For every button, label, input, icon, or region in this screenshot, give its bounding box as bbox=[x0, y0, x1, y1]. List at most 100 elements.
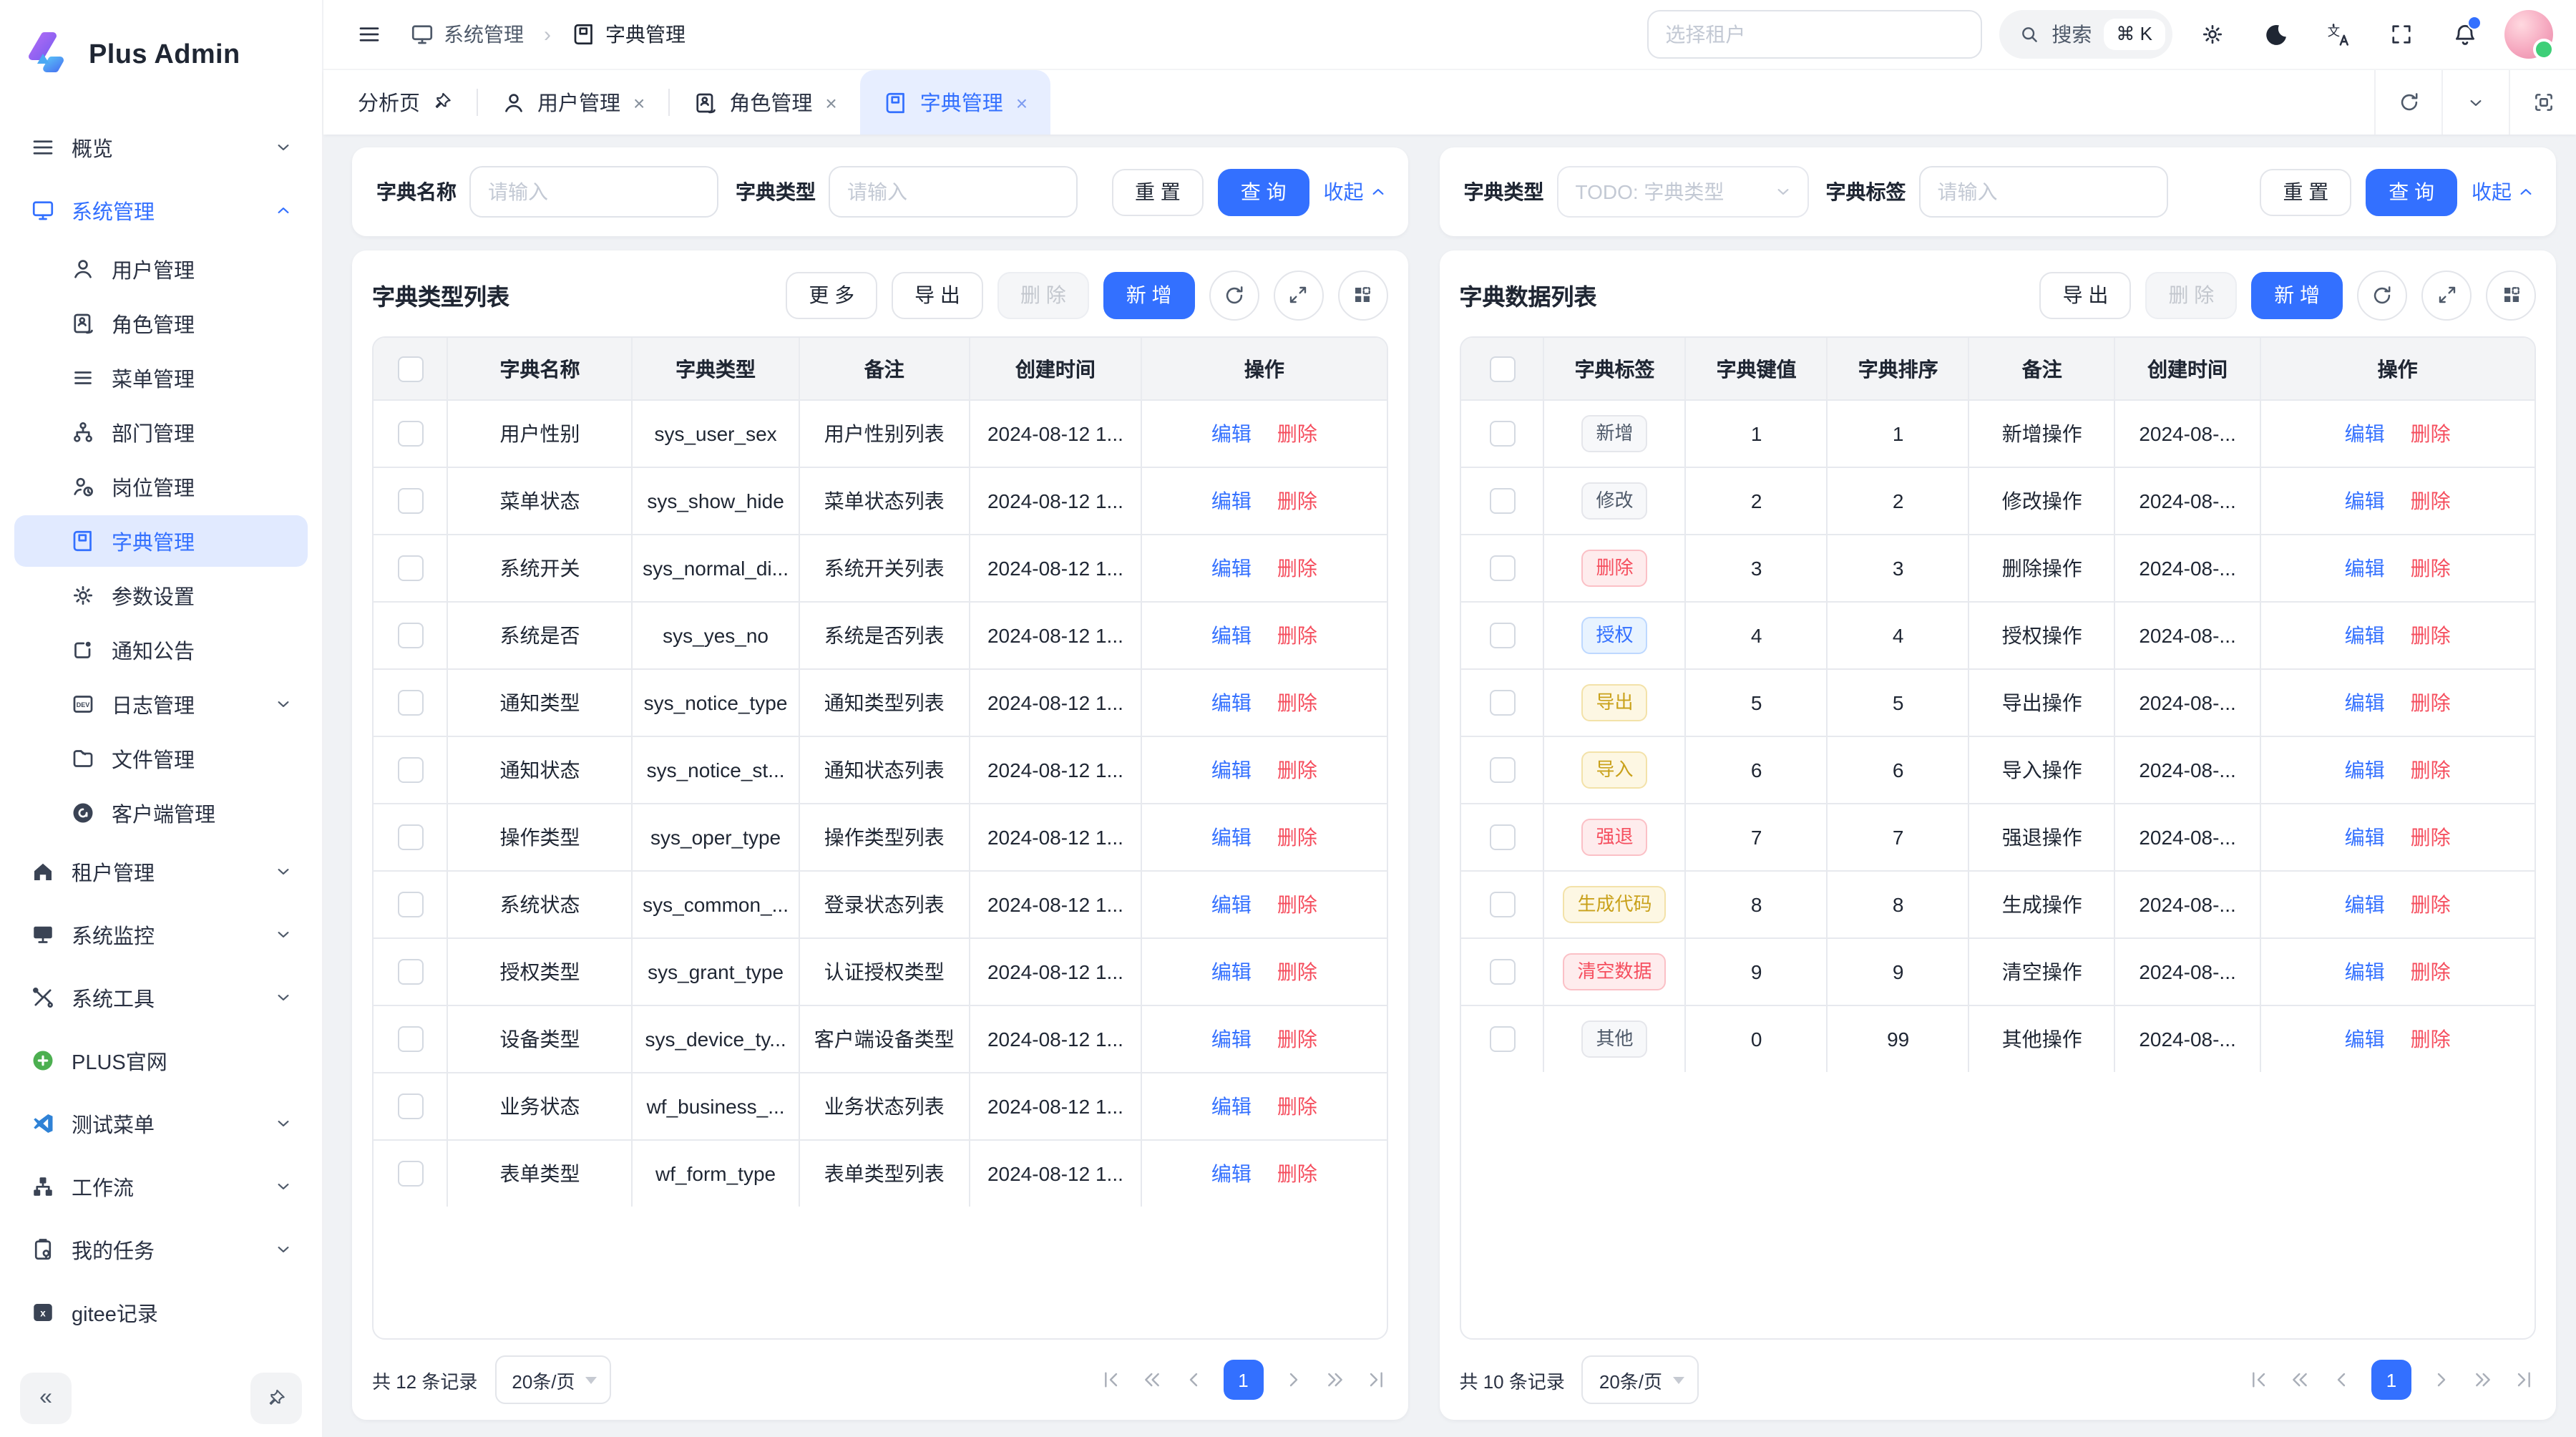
edit-link[interactable]: 编辑 bbox=[1211, 759, 1252, 781]
delete-link[interactable]: 删除 bbox=[1277, 893, 1317, 916]
export-button[interactable]: 导 出 bbox=[892, 271, 983, 318]
delete-link[interactable]: 删除 bbox=[1277, 422, 1317, 445]
sidebar-item-19[interactable]: 我的任务 bbox=[14, 1219, 308, 1280]
edit-link[interactable]: 编辑 bbox=[2345, 826, 2385, 849]
refresh-tab-icon[interactable] bbox=[2374, 70, 2441, 135]
jump-forward-icon[interactable] bbox=[1324, 1368, 1347, 1391]
last-page-icon[interactable] bbox=[2513, 1368, 2536, 1391]
delete-link[interactable]: 删除 bbox=[2411, 893, 2451, 916]
close-tab-icon[interactable]: × bbox=[825, 92, 836, 112]
edit-link[interactable]: 编辑 bbox=[1211, 960, 1252, 983]
delete-link[interactable]: 删除 bbox=[2411, 624, 2451, 647]
first-page-icon[interactable] bbox=[1099, 1368, 1122, 1391]
tab-用户管理[interactable]: 用户管理× bbox=[477, 70, 668, 135]
sidebar-item-15[interactable]: 系统工具 bbox=[14, 968, 308, 1028]
sidebar-item-1[interactable]: 系统管理 bbox=[14, 180, 308, 240]
sidebar-item-17[interactable]: 测试菜单 bbox=[14, 1093, 308, 1154]
tab-menu-chevron-icon[interactable] bbox=[2441, 70, 2509, 135]
breadcrumb-system[interactable]: 系统管理 bbox=[409, 20, 524, 49]
close-tab-icon[interactable]: × bbox=[1016, 92, 1028, 112]
jump-forward-icon[interactable] bbox=[2472, 1368, 2494, 1391]
reset-button[interactable]: 重 置 bbox=[1112, 168, 1204, 215]
breadcrumb-dict[interactable]: 字典管理 bbox=[571, 20, 686, 49]
edit-link[interactable]: 编辑 bbox=[2345, 624, 2385, 647]
edit-link[interactable]: 编辑 bbox=[1211, 489, 1252, 512]
row-checkbox[interactable] bbox=[397, 959, 423, 985]
row-checkbox[interactable] bbox=[397, 488, 423, 514]
edit-link[interactable]: 编辑 bbox=[1211, 1028, 1252, 1051]
edit-link[interactable]: 编辑 bbox=[2345, 489, 2385, 512]
delete-link[interactable]: 删除 bbox=[1277, 557, 1317, 580]
tab-角色管理[interactable]: 角色管理× bbox=[669, 70, 859, 135]
hamburger-icon[interactable] bbox=[346, 11, 392, 57]
delete-link[interactable]: 删除 bbox=[1277, 1095, 1317, 1118]
jump-back-icon[interactable] bbox=[2288, 1368, 2311, 1391]
sidebar-item-2[interactable]: 用户管理 bbox=[14, 243, 308, 295]
sidebar-item-11[interactable]: 文件管理 bbox=[14, 733, 308, 784]
edit-link[interactable]: 编辑 bbox=[2345, 691, 2385, 714]
row-checkbox[interactable] bbox=[1489, 421, 1515, 447]
row-checkbox[interactable] bbox=[397, 1093, 423, 1119]
sidebar-item-12[interactable]: 客户端管理 bbox=[14, 787, 308, 839]
sidebar-item-10[interactable]: DEV日志管理 bbox=[14, 678, 308, 730]
edit-link[interactable]: 编辑 bbox=[1211, 1095, 1252, 1118]
collapse-sidebar-button[interactable]: « bbox=[20, 1373, 72, 1424]
row-checkbox[interactable] bbox=[397, 690, 423, 716]
delete-link[interactable]: 删除 bbox=[2411, 489, 2451, 512]
delete-link[interactable]: 删除 bbox=[1277, 759, 1317, 781]
last-page-icon[interactable] bbox=[1365, 1368, 1388, 1391]
delete-link[interactable]: 删除 bbox=[2411, 1028, 2451, 1051]
delete-link[interactable]: 删除 bbox=[1277, 691, 1317, 714]
sidebar-item-8[interactable]: 参数设置 bbox=[14, 570, 308, 621]
row-checkbox[interactable] bbox=[1489, 488, 1515, 514]
delete-button[interactable]: 删 除 bbox=[997, 271, 1089, 318]
edit-link[interactable]: 编辑 bbox=[2345, 759, 2385, 781]
expand-icon[interactable] bbox=[2421, 270, 2472, 320]
row-checkbox[interactable] bbox=[397, 824, 423, 850]
collapse-filter-link[interactable]: 收起 bbox=[2472, 177, 2536, 206]
prev-page-icon[interactable] bbox=[2330, 1368, 2353, 1391]
row-checkbox[interactable] bbox=[1489, 959, 1515, 985]
row-checkbox[interactable] bbox=[397, 892, 423, 917]
edit-link[interactable]: 编辑 bbox=[1211, 624, 1252, 647]
edit-link[interactable]: 编辑 bbox=[2345, 960, 2385, 983]
delete-link[interactable]: 删除 bbox=[2411, 691, 2451, 714]
expand-icon[interactable] bbox=[1274, 270, 1324, 320]
edit-link[interactable]: 编辑 bbox=[2345, 557, 2385, 580]
sidebar-item-3[interactable]: 角色管理 bbox=[14, 298, 308, 349]
edit-link[interactable]: 编辑 bbox=[2345, 893, 2385, 916]
moon-icon[interactable] bbox=[2253, 11, 2298, 57]
tab-分析页[interactable]: 分析页 bbox=[335, 70, 476, 135]
current-page[interactable]: 1 bbox=[2371, 1360, 2411, 1400]
delete-link[interactable]: 删除 bbox=[2411, 759, 2451, 781]
delete-link[interactable]: 删除 bbox=[1277, 624, 1317, 647]
sidebar-item-0[interactable]: 概览 bbox=[14, 117, 308, 177]
sidebar-item-13[interactable]: 租户管理 bbox=[14, 842, 308, 902]
delete-link[interactable]: 删除 bbox=[1277, 1028, 1317, 1051]
edit-link[interactable]: 编辑 bbox=[1211, 557, 1252, 580]
row-checkbox[interactable] bbox=[1489, 690, 1515, 716]
edit-link[interactable]: 编辑 bbox=[1211, 826, 1252, 849]
avatar[interactable] bbox=[2504, 10, 2553, 59]
edit-link[interactable]: 编辑 bbox=[2345, 422, 2385, 445]
search-button[interactable]: 查 询 bbox=[2366, 168, 2457, 215]
row-checkbox[interactable] bbox=[397, 623, 423, 648]
first-page-icon[interactable] bbox=[2247, 1368, 2270, 1391]
brand[interactable]: Plus Admin bbox=[0, 0, 322, 112]
delete-link[interactable]: 删除 bbox=[2411, 826, 2451, 849]
page-size-select[interactable]: 20条/页 bbox=[494, 1355, 610, 1404]
delete-link[interactable]: 删除 bbox=[1277, 826, 1317, 849]
add-button[interactable]: 新 增 bbox=[1103, 271, 1195, 318]
reset-button[interactable]: 重 置 bbox=[2260, 168, 2351, 215]
sidebar-item-20[interactable]: xgitee记录 bbox=[14, 1282, 308, 1343]
refresh-icon[interactable] bbox=[1209, 270, 1259, 320]
edit-link[interactable]: 编辑 bbox=[1211, 691, 1252, 714]
delete-link[interactable]: 删除 bbox=[1277, 1162, 1317, 1185]
next-page-icon[interactable] bbox=[2430, 1368, 2453, 1391]
row-checkbox[interactable] bbox=[1489, 892, 1515, 917]
row-checkbox[interactable] bbox=[1489, 824, 1515, 850]
tenant-select-input[interactable] bbox=[1646, 10, 1981, 59]
row-checkbox[interactable] bbox=[397, 555, 423, 581]
sidebar-item-18[interactable]: 工作流 bbox=[14, 1156, 308, 1217]
column-settings-icon[interactable] bbox=[1338, 270, 1388, 320]
